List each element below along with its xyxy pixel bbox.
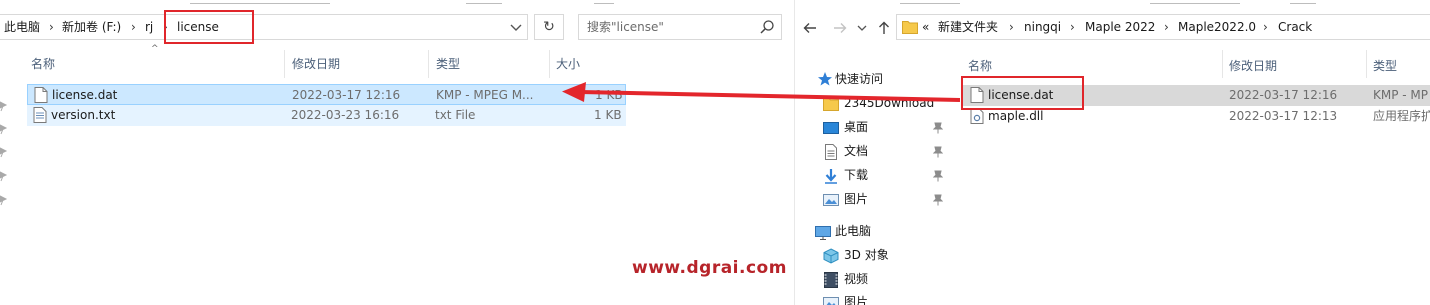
pin-icon[interactable] — [0, 123, 8, 135]
pin-icon[interactable] — [933, 194, 943, 206]
chevron-down-icon — [510, 24, 522, 31]
pin-icon[interactable] — [0, 146, 8, 158]
pin-icon[interactable] — [0, 170, 8, 182]
breadcrumb-separator-icon[interactable]: › — [1009, 14, 1014, 40]
nav-item-pictures[interactable]: 图片 — [844, 292, 868, 305]
text-file-icon — [33, 107, 47, 123]
file-modified: 2022-03-17 12:16 — [1229, 88, 1338, 102]
desktop-icon — [823, 122, 839, 134]
nav-item-desktop[interactable]: 桌面 — [844, 117, 868, 137]
up-arrow-icon[interactable] — [876, 20, 892, 36]
ribbon-fragment — [900, 0, 960, 4]
file-type: KMP - MPEG M... — [436, 88, 534, 102]
red-annotation-arrow — [562, 82, 960, 102]
table-row[interactable]: license.dat 2022-03-17 12:16 KMP - MPEG … — [27, 84, 626, 105]
column-header-name[interactable]: 名称 — [31, 56, 55, 72]
column-divider[interactable] — [428, 50, 429, 78]
column-divider[interactable] — [549, 50, 550, 78]
column-header-modified[interactable]: 修改日期 — [1229, 58, 1277, 74]
pin-icon[interactable] — [0, 194, 8, 206]
pictures-icon — [823, 194, 839, 206]
column-header-size[interactable]: 大小 — [556, 56, 580, 72]
nav-item-3d-objects[interactable]: 3D 对象 — [844, 245, 889, 265]
video-icon — [824, 272, 838, 288]
column-divider[interactable] — [284, 50, 285, 78]
breadcrumb-maple-2022[interactable]: Maple 2022 — [1085, 14, 1155, 40]
back-arrow-icon[interactable] — [802, 20, 818, 36]
breadcrumb-separator-icon[interactable]: › — [49, 14, 54, 40]
ribbon-fragment — [1150, 0, 1240, 4]
left-search-input[interactable]: 搜索"license" — [578, 14, 782, 40]
breadcrumb-drive-f[interactable]: 新加卷 (F:) — [62, 14, 121, 40]
dll-file-icon — [970, 108, 984, 124]
breadcrumb-maple2022-0[interactable]: Maple2022.0 — [1178, 14, 1256, 40]
sort-ascending-icon: ^ — [151, 44, 159, 54]
recent-locations-icon[interactable] — [856, 23, 868, 33]
table-row[interactable]: version.txt 2022-03-23 16:16 txt File 1 … — [27, 105, 626, 126]
nav-this-pc[interactable]: 此电脑 — [835, 221, 871, 241]
column-header-type[interactable]: 类型 — [436, 56, 460, 72]
breadcrumb-separator-icon[interactable]: › — [131, 14, 136, 40]
pin-icon[interactable] — [933, 170, 943, 182]
file-name: license.dat — [52, 88, 118, 102]
breadcrumb-rj[interactable]: rj — [145, 14, 153, 40]
breadcrumb-overflow[interactable]: « — [922, 14, 929, 40]
nav-item-videos[interactable]: 视频 — [844, 269, 868, 289]
file-type: 应用程序扩 — [1373, 109, 1430, 123]
column-divider[interactable] — [1366, 50, 1367, 78]
ribbon-fragment — [594, 0, 614, 4]
computer-icon — [815, 226, 831, 240]
3d-objects-icon — [823, 248, 839, 264]
document-icon — [825, 144, 837, 160]
breadcrumb-new-folder[interactable]: 新建文件夹 — [938, 14, 998, 40]
file-icon — [34, 87, 48, 103]
watermark-text: www.dgrai.com — [632, 258, 787, 278]
file-type: txt File — [435, 108, 476, 122]
file-modified: 2022-03-23 16:16 — [291, 108, 400, 122]
file-modified: 2022-03-17 12:13 — [1229, 109, 1338, 123]
license-breadcrumb-highlight — [164, 10, 254, 44]
license-file-highlight — [961, 76, 1084, 110]
forward-arrow-icon[interactable] — [832, 20, 848, 36]
column-divider[interactable] — [1222, 50, 1223, 78]
nav-item-pictures[interactable]: 图片 — [844, 189, 868, 209]
window-divider — [794, 0, 795, 305]
nav-item-documents[interactable]: 文档 — [844, 141, 868, 161]
ribbon-fragment — [1290, 0, 1316, 4]
pin-icon[interactable] — [933, 146, 943, 158]
column-header-modified[interactable]: 修改日期 — [292, 56, 340, 72]
ribbon-fragment — [190, 0, 330, 4]
breadcrumb-separator-icon[interactable]: › — [1164, 14, 1169, 40]
breadcrumb-separator-icon[interactable]: › — [1070, 14, 1075, 40]
nav-item-downloads[interactable]: 下载 — [844, 165, 868, 185]
address-history-dropdown[interactable] — [502, 14, 530, 40]
pictures-icon — [823, 297, 839, 305]
pin-icon[interactable] — [933, 122, 943, 134]
ribbon-remnant — [0, 0, 1430, 5]
column-header-type[interactable]: 类型 — [1373, 58, 1397, 74]
folder-icon — [902, 21, 918, 34]
pin-icon[interactable] — [0, 100, 8, 112]
search-icon — [760, 20, 774, 34]
breadcrumb-crack[interactable]: Crack — [1278, 14, 1312, 40]
breadcrumb-separator-icon[interactable]: › — [1263, 14, 1268, 40]
column-header-name[interactable]: 名称 — [968, 58, 992, 74]
file-modified: 2022-03-17 12:16 — [292, 88, 401, 102]
download-arrow-icon — [825, 169, 837, 184]
file-name: version.txt — [51, 108, 116, 122]
file-type: KMP - MP — [1373, 88, 1429, 102]
refresh-button[interactable]: ↻ — [534, 14, 564, 40]
breadcrumb-ningqi[interactable]: ningqi — [1024, 14, 1061, 40]
ribbon-fragment — [466, 0, 502, 4]
breadcrumb-this-pc[interactable]: 此电脑 — [4, 14, 40, 40]
search-placeholder: 搜索"license" — [587, 20, 664, 34]
refresh-icon: ↻ — [543, 19, 555, 35]
